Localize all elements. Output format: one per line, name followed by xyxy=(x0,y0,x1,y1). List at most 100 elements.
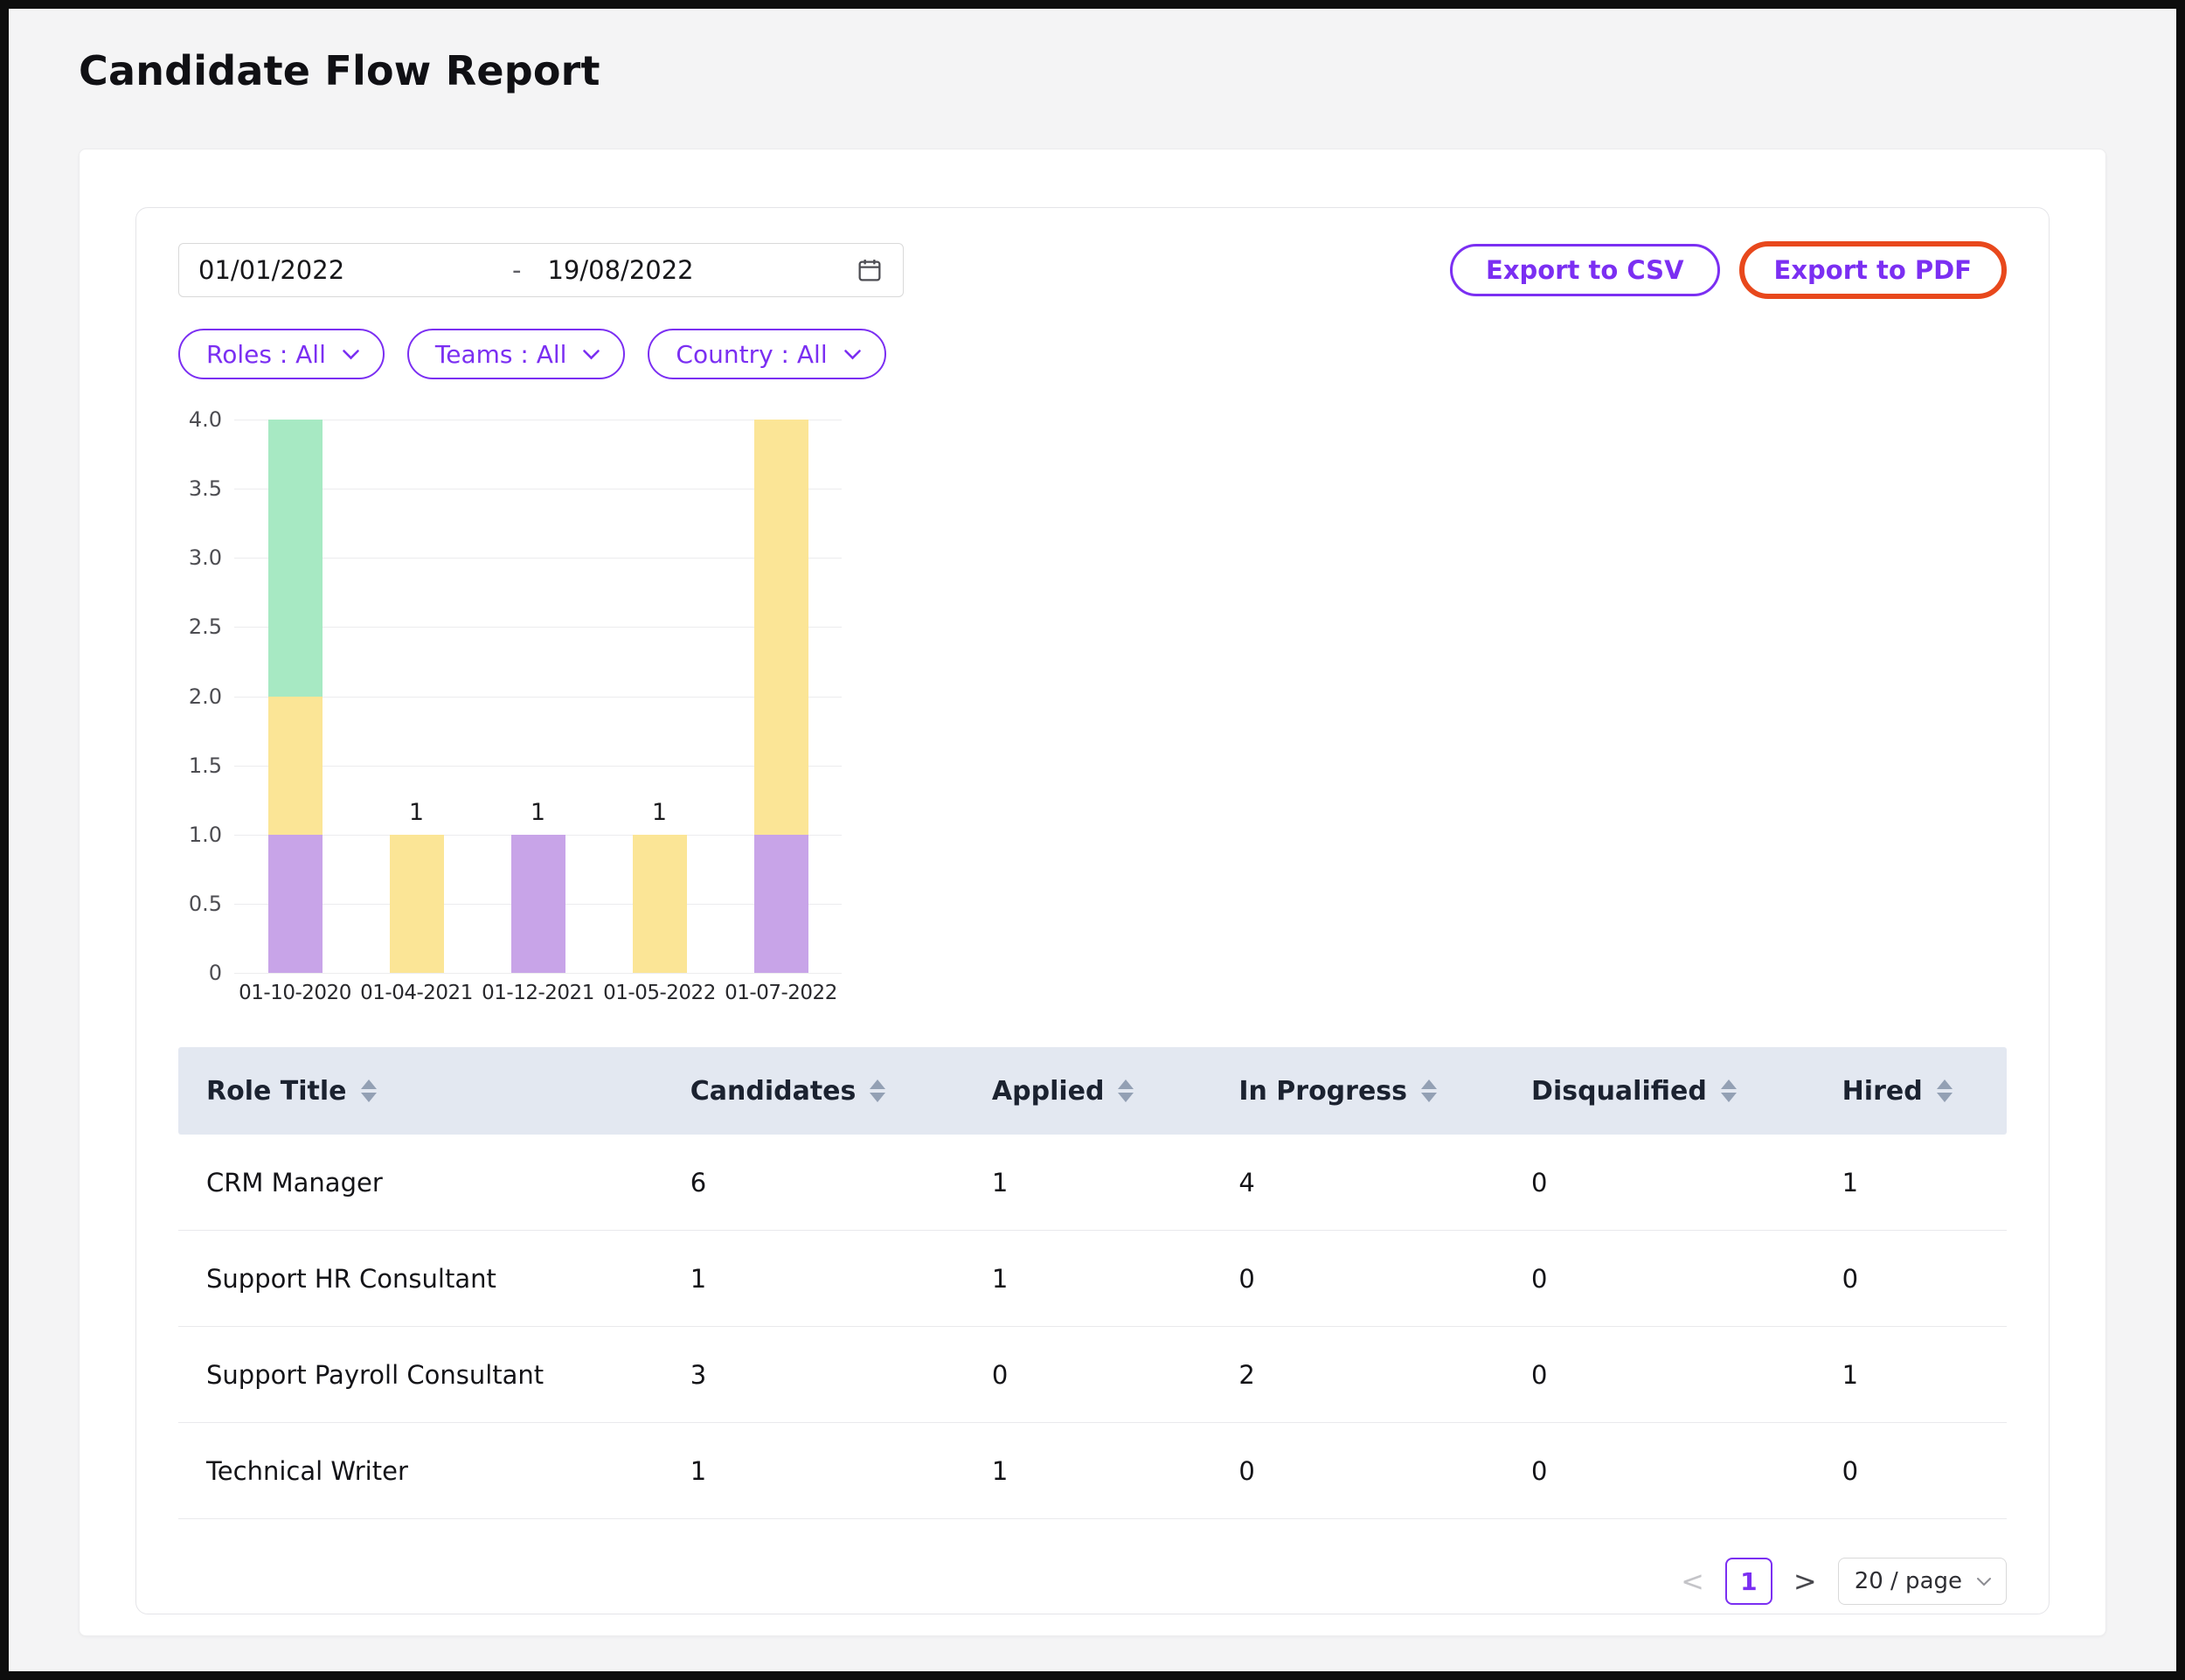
column-header-candidates[interactable]: Candidates xyxy=(690,1076,992,1107)
x-tick-label: 01-10-2020 xyxy=(234,982,356,1008)
bar-01-07-2022 xyxy=(754,420,808,973)
bar-segment-yellow xyxy=(633,835,687,973)
bar-value-label: 1 xyxy=(477,799,599,826)
x-tick-label: 01-12-2021 xyxy=(477,982,599,1008)
value-cell: 2 xyxy=(1238,1360,1531,1390)
gridline xyxy=(234,973,842,974)
table-row: Technical Writer11000 xyxy=(178,1423,2007,1519)
value-cell: 1 xyxy=(690,1264,992,1294)
chart-band: 1 xyxy=(477,420,599,973)
chart-plot: 111 xyxy=(234,420,842,973)
column-header-hired[interactable]: Hired xyxy=(1842,1076,2007,1107)
filter-teams-button[interactable]: Teams : All xyxy=(407,329,626,379)
value-cell: 0 xyxy=(1238,1264,1531,1294)
bar-01-04-2021 xyxy=(390,420,444,973)
table-row: CRM Manager61401 xyxy=(178,1135,2007,1231)
value-cell: 1 xyxy=(1842,1360,2007,1390)
column-header-label: In Progress xyxy=(1238,1076,1407,1107)
page-size-select[interactable]: 20 / page xyxy=(1838,1558,2007,1605)
toolbar: 01/01/2022 - 19/08/2022 Export to CSV Ex… xyxy=(178,241,2007,299)
bar-value-label: 1 xyxy=(356,799,477,826)
bar-segment-yellow xyxy=(754,420,808,835)
export-to-csv-button[interactable]: Export to CSV xyxy=(1450,244,1720,296)
column-header-label: Disqualified xyxy=(1531,1076,1707,1107)
y-tick-label: 3.5 xyxy=(189,476,222,501)
column-header-label: Hired xyxy=(1842,1076,1923,1107)
end-date[interactable]: 19/08/2022 xyxy=(524,255,693,285)
page-title: Candidate Flow Report xyxy=(79,47,2176,94)
chevron-down-icon xyxy=(582,349,600,360)
column-header-applied[interactable]: Applied xyxy=(992,1076,1238,1107)
column-header-label: Role Title xyxy=(206,1076,347,1107)
bar-segment-yellow xyxy=(390,835,444,973)
value-cell: 0 xyxy=(992,1360,1238,1390)
page-size-value: 20 / page xyxy=(1855,1568,1962,1594)
chart-x-axis: 01-10-202001-04-202101-12-202101-05-2022… xyxy=(234,982,842,1008)
start-date[interactable]: 01/01/2022 xyxy=(198,255,509,285)
table-body: CRM Manager61401Support HR Consultant110… xyxy=(178,1135,2007,1519)
value-cell: 4 xyxy=(1238,1168,1531,1198)
sort-icon[interactable] xyxy=(1118,1080,1134,1102)
value-cell: 3 xyxy=(690,1360,992,1390)
column-header-role-title[interactable]: Role Title xyxy=(178,1076,690,1107)
bar-01-12-2021 xyxy=(511,420,565,973)
bar-01-10-2020 xyxy=(268,420,323,973)
calendar-icon[interactable] xyxy=(856,256,884,284)
app-window: { "page": { "title": "Candidate Flow Rep… xyxy=(0,0,2185,1680)
column-header-label: Applied xyxy=(992,1076,1105,1107)
value-cell: 0 xyxy=(1531,1360,1842,1390)
x-tick-label: 01-07-2022 xyxy=(720,982,842,1008)
sort-icon[interactable] xyxy=(1937,1080,1953,1102)
export-to-pdf-button[interactable]: Export to PDF xyxy=(1739,241,2007,299)
role-title-cell: Technical Writer xyxy=(178,1456,690,1486)
value-cell: 0 xyxy=(1531,1168,1842,1198)
pagination: < 1 > 20 / page xyxy=(178,1558,2007,1605)
sort-icon[interactable] xyxy=(1421,1080,1437,1102)
x-tick-label: 01-05-2022 xyxy=(599,982,720,1008)
sort-icon[interactable] xyxy=(870,1080,885,1102)
bar-segment-purple xyxy=(754,835,808,973)
page-1-button[interactable]: 1 xyxy=(1725,1558,1772,1605)
y-tick-label: 1.5 xyxy=(189,753,222,778)
filter-country-button[interactable]: Country : All xyxy=(648,329,885,379)
column-header-disqualified[interactable]: Disqualified xyxy=(1531,1076,1842,1107)
chart-band: 1 xyxy=(599,420,720,973)
chart-band xyxy=(720,420,842,973)
bar-value-label: 1 xyxy=(599,799,720,826)
value-cell: 1 xyxy=(690,1456,992,1486)
y-tick-label: 0.5 xyxy=(189,892,222,916)
role-title-cell: Support Payroll Consultant xyxy=(178,1360,690,1390)
y-tick-label: 4.0 xyxy=(189,407,222,432)
value-cell: 0 xyxy=(1842,1456,2007,1486)
filter-label: Country : All xyxy=(676,340,827,369)
table-row: Support Payroll Consultant30201 xyxy=(178,1327,2007,1423)
report-panel: 01/01/2022 - 19/08/2022 Export to CSV Ex… xyxy=(79,149,2106,1636)
x-tick-label: 01-04-2021 xyxy=(356,982,477,1008)
y-tick-label: 2.5 xyxy=(189,614,222,639)
value-cell: 6 xyxy=(690,1168,992,1198)
report-table: Role Title Candidates Applied In Progress Di… xyxy=(178,1047,2007,1519)
value-cell: 0 xyxy=(1842,1264,2007,1294)
role-title-cell: Support HR Consultant xyxy=(178,1264,690,1294)
sort-icon[interactable] xyxy=(361,1080,377,1102)
date-range-picker[interactable]: 01/01/2022 - 19/08/2022 xyxy=(178,243,904,297)
previous-page-button[interactable]: < xyxy=(1677,1567,1708,1595)
export-buttons: Export to CSV Export to PDF xyxy=(1450,241,2007,299)
next-page-button[interactable]: > xyxy=(1790,1567,1821,1595)
filter-roles-button[interactable]: Roles : All xyxy=(178,329,385,379)
chevron-down-icon xyxy=(342,349,360,360)
chevron-down-icon xyxy=(1976,1577,1992,1586)
column-header-in-progress[interactable]: In Progress xyxy=(1238,1076,1531,1107)
bar-segment-yellow xyxy=(268,697,323,835)
chart-bands: 111 xyxy=(234,420,842,973)
value-cell: 1 xyxy=(992,1456,1238,1486)
value-cell: 1 xyxy=(1842,1168,2007,1198)
column-header-label: Candidates xyxy=(690,1076,857,1107)
y-tick-label: 0 xyxy=(209,961,222,985)
sort-icon[interactable] xyxy=(1721,1080,1737,1102)
value-cell: 0 xyxy=(1531,1456,1842,1486)
bar-segment-purple xyxy=(511,835,565,973)
bar-segment-green xyxy=(268,420,323,697)
chart-band xyxy=(234,420,356,973)
table-row: Support HR Consultant11000 xyxy=(178,1231,2007,1327)
